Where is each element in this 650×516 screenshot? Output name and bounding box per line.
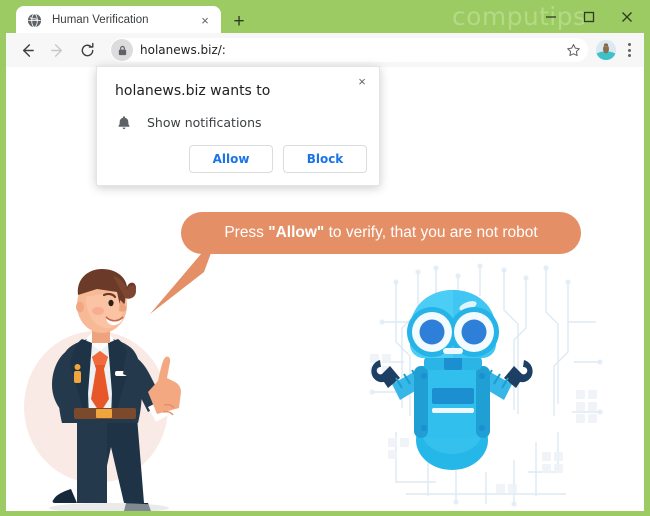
- notification-permission-popup: × holanews.biz wants to Show notificatio…: [96, 66, 380, 186]
- bell-icon: [115, 113, 133, 131]
- browser-tab[interactable]: Human Verification ×: [16, 6, 221, 34]
- close-icon[interactable]: [608, 2, 646, 32]
- globe-icon: [26, 12, 42, 28]
- tab-title: Human Verification: [52, 14, 149, 26]
- url-text: holanews.biz/:: [140, 43, 226, 57]
- block-button[interactable]: Block: [283, 145, 367, 173]
- speech-bubble-text: Press "Allow" to verify, that you are no…: [224, 224, 537, 242]
- title-bar: computips Human Verification × +: [0, 0, 650, 34]
- popup-permission-label: Show notifications: [147, 114, 262, 130]
- lock-icon: [111, 39, 133, 61]
- allow-button[interactable]: Allow: [189, 145, 273, 173]
- bubble-text-after: to verify, that you are not robot: [324, 224, 538, 241]
- back-button[interactable]: [12, 35, 42, 65]
- browser-window: computips Human Verification × + holanew…: [0, 0, 650, 516]
- new-tab-button[interactable]: +: [228, 10, 250, 32]
- speech-bubble: Press "Allow" to verify, that you are no…: [181, 212, 581, 254]
- browser-toolbar: holanews.biz/:: [6, 33, 644, 67]
- popup-permission-row: Show notifications: [115, 113, 262, 131]
- tab-close-icon[interactable]: ×: [195, 10, 215, 30]
- maximize-icon[interactable]: [570, 2, 608, 32]
- window-controls: [532, 0, 646, 33]
- minimize-icon[interactable]: [532, 2, 570, 32]
- three-dots-icon[interactable]: [618, 37, 640, 63]
- bubble-text-bold: "Allow": [268, 224, 325, 241]
- blue-robot-illustration: [336, 262, 636, 511]
- avatar-icon[interactable]: [596, 40, 616, 60]
- address-bar[interactable]: holanews.biz/:: [110, 38, 588, 62]
- popup-buttons: Allow Block: [189, 145, 367, 173]
- pointing-businessman-illustration: [14, 267, 204, 511]
- popup-close-icon[interactable]: ×: [352, 71, 372, 91]
- forward-button[interactable]: [42, 35, 72, 65]
- star-icon[interactable]: [564, 41, 582, 59]
- reload-button[interactable]: [72, 35, 102, 65]
- bubble-text-before: Press: [224, 224, 269, 241]
- popup-title: holanews.biz wants to: [115, 83, 271, 99]
